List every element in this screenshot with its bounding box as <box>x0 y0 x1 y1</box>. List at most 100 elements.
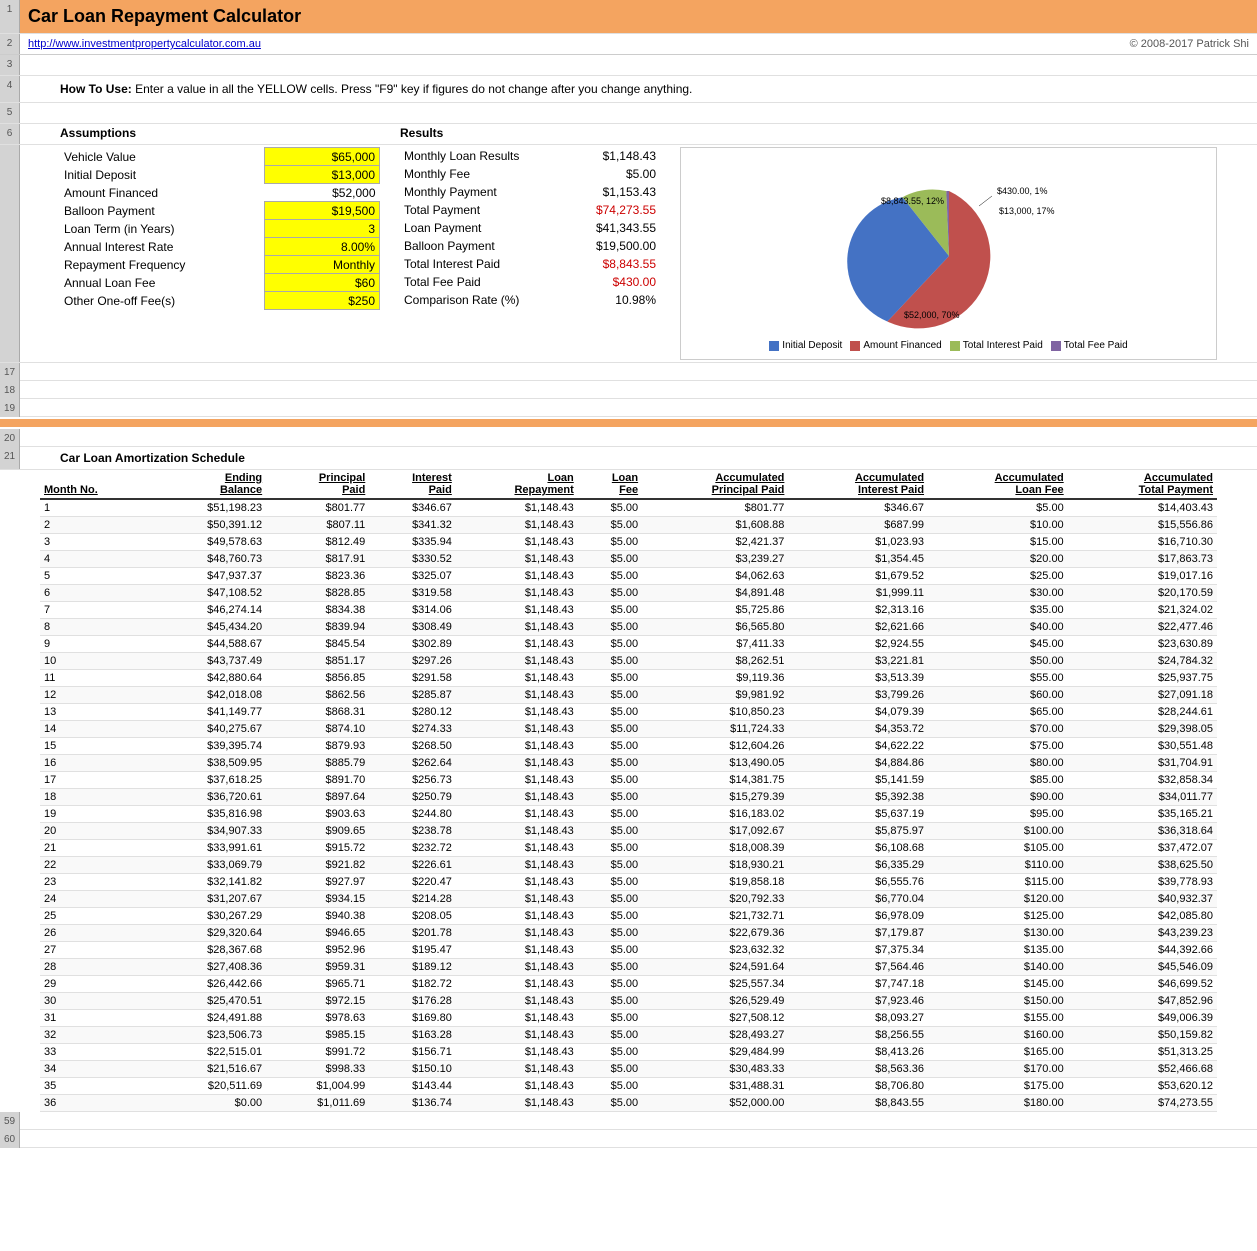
table-cell: $978.63 <box>266 1010 369 1027</box>
assumption-initial-deposit: Initial Deposit $13,000 <box>60 166 380 184</box>
table-cell: $801.77 <box>266 499 369 517</box>
table-cell: $874.10 <box>266 721 369 738</box>
table-row: 8$45,434.20$839.94$308.49$1,148.43$5.00$… <box>40 619 1217 636</box>
table-cell: $5,637.19 <box>788 806 928 823</box>
table-cell: $991.72 <box>266 1044 369 1061</box>
table-cell: $5.00 <box>578 687 642 704</box>
row-num-1: 1 <box>0 0 20 33</box>
table-cell: $16,183.02 <box>642 806 788 823</box>
table-cell: $6,565.80 <box>642 619 788 636</box>
table-cell: $9,981.92 <box>642 687 788 704</box>
section-titles-row: 6 Assumptions Results <box>0 124 1257 145</box>
row-num-2: 2 <box>0 34 20 54</box>
table-cell: $998.33 <box>266 1061 369 1078</box>
table-cell: $1,679.52 <box>788 568 928 585</box>
table-cell: $38,509.95 <box>152 755 266 772</box>
table-cell: $28,493.27 <box>642 1027 788 1044</box>
chart-label-deposit: $13,000, 17% <box>999 206 1055 216</box>
table-cell: $1,148.43 <box>456 534 578 551</box>
table-cell: 19 <box>40 806 152 823</box>
table-row: 1$51,198.23$801.77$346.67$1,148.43$5.00$… <box>40 499 1217 517</box>
table-row: 16$38,509.95$885.79$262.64$1,148.43$5.00… <box>40 755 1217 772</box>
table-cell: $256.73 <box>369 772 456 789</box>
table-cell: 23 <box>40 874 152 891</box>
table-cell: $45,546.09 <box>1068 959 1217 976</box>
table-cell: $0.00 <box>152 1095 266 1112</box>
table-cell: $175.00 <box>928 1078 1068 1095</box>
empty-row-59: 59 <box>0 1112 1257 1130</box>
table-row: 7$46,274.14$834.38$314.06$1,148.43$5.00$… <box>40 602 1217 619</box>
table-cell: $1,011.69 <box>266 1095 369 1112</box>
table-cell: $7,923.46 <box>788 993 928 1010</box>
table-cell: $143.44 <box>369 1078 456 1095</box>
table-cell: $23,632.32 <box>642 942 788 959</box>
table-cell: $37,618.25 <box>152 772 266 789</box>
table-cell: $31,704.91 <box>1068 755 1217 772</box>
table-cell: $47,108.52 <box>152 585 266 602</box>
website-link[interactable]: http://www.investmentpropertycalculator.… <box>20 36 269 52</box>
table-cell: $5.00 <box>578 551 642 568</box>
instructions-row: 4 How To Use: Enter a value in all the Y… <box>0 76 1257 103</box>
url-row: 2 http://www.investmentpropertycalculato… <box>0 34 1257 55</box>
table-cell: $75.00 <box>928 738 1068 755</box>
table-cell: $1,148.43 <box>456 602 578 619</box>
table-cell: $17,092.67 <box>642 823 788 840</box>
table-cell: $915.72 <box>266 840 369 857</box>
table-cell: $5.00 <box>578 993 642 1010</box>
table-cell: $346.67 <box>788 499 928 517</box>
table-cell: $5.00 <box>578 1010 642 1027</box>
table-cell: $55.00 <box>928 670 1068 687</box>
table-cell: $1,148.43 <box>456 568 578 585</box>
table-cell: $160.00 <box>928 1027 1068 1044</box>
table-cell: 24 <box>40 891 152 908</box>
table-cell: 18 <box>40 789 152 806</box>
table-cell: $9,119.36 <box>642 670 788 687</box>
legend-color-financed <box>850 341 860 351</box>
table-row: 6$47,108.52$828.85$319.58$1,148.43$5.00$… <box>40 585 1217 602</box>
table-row: 9$44,588.67$845.54$302.89$1,148.43$5.00$… <box>40 636 1217 653</box>
table-cell: $46,699.52 <box>1068 976 1217 993</box>
table-cell: $40.00 <box>928 619 1068 636</box>
table-row: 29$26,442.66$965.71$182.72$1,148.43$5.00… <box>40 976 1217 993</box>
table-cell: $44,392.66 <box>1068 942 1217 959</box>
table-cell: $226.61 <box>369 857 456 874</box>
table-cell: $5.00 <box>578 499 642 517</box>
table-cell: $19,858.18 <box>642 874 788 891</box>
table-cell: $20,170.59 <box>1068 585 1217 602</box>
results-table: Monthly Loan Results $1,148.43 Monthly F… <box>400 147 660 309</box>
table-cell: $60.00 <box>928 687 1068 704</box>
title-row: 1 Car Loan Repayment Calculator <box>0 0 1257 34</box>
table-cell: 13 <box>40 704 152 721</box>
table-cell: $19,017.16 <box>1068 568 1217 585</box>
table-cell: $2,313.16 <box>788 602 928 619</box>
table-cell: $48,760.73 <box>152 551 266 568</box>
table-cell: $5,141.59 <box>788 772 928 789</box>
table-cell: $946.65 <box>266 925 369 942</box>
table-cell: $6,770.04 <box>788 891 928 908</box>
table-cell: $35.00 <box>928 602 1068 619</box>
table-cell: $308.49 <box>369 619 456 636</box>
table-cell: $1,148.43 <box>456 942 578 959</box>
table-cell: $959.31 <box>266 959 369 976</box>
table-cell: $828.85 <box>266 585 369 602</box>
result-loan-payment: Loan Payment $41,343.55 <box>400 219 660 237</box>
table-cell: $4,884.86 <box>788 755 928 772</box>
amort-header-row: Month No. EndingBalance PrincipalPaid In… <box>40 470 1217 499</box>
table-cell: $21,516.67 <box>152 1061 266 1078</box>
table-cell: $140.00 <box>928 959 1068 976</box>
table-cell: $136.74 <box>369 1095 456 1112</box>
table-cell: $85.00 <box>928 772 1068 789</box>
table-cell: $5.00 <box>578 738 642 755</box>
col-ending-balance: EndingBalance <box>152 470 266 499</box>
table-cell: $1,608.88 <box>642 517 788 534</box>
table-cell: $150.10 <box>369 1061 456 1078</box>
table-cell: $8,262.51 <box>642 653 788 670</box>
table-cell: $268.50 <box>369 738 456 755</box>
table-cell: $100.00 <box>928 823 1068 840</box>
table-cell: $3,799.26 <box>788 687 928 704</box>
table-cell: $32,858.34 <box>1068 772 1217 789</box>
table-cell: $120.00 <box>928 891 1068 908</box>
table-cell: $163.28 <box>369 1027 456 1044</box>
table-cell: $21,732.71 <box>642 908 788 925</box>
table-cell: $25,937.75 <box>1068 670 1217 687</box>
